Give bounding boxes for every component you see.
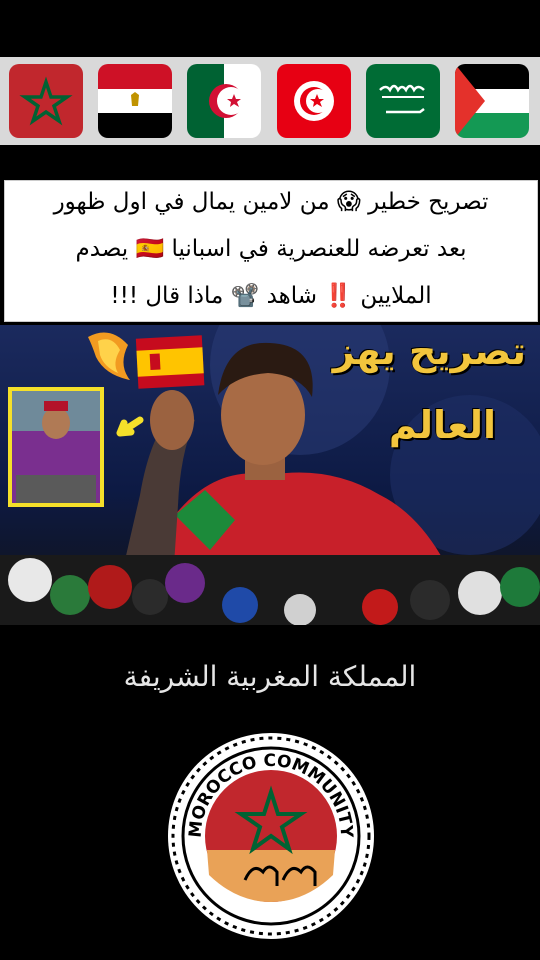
headline-line-1: تصريح خطير 😱 من لامين يمال في اول ظهور [53, 189, 489, 215]
kingdom-title: المملكة المغربية الشريفة [123, 660, 417, 693]
headline-box: تصريح خطير 😱 من لامين يمال في اول ظهور ب… [4, 180, 538, 322]
headline-line-2: بعد تعرضه للعنصرية في اسبانيا 🇪🇸 يصدم [75, 236, 467, 262]
saudi-arabia-flag-icon [366, 64, 440, 138]
flag-strip [0, 57, 540, 145]
tunisia-flag-icon [277, 64, 351, 138]
egypt-flag-icon [98, 64, 172, 138]
algeria-flag-icon [187, 64, 261, 138]
thumbnail-overlay-line-1: تصريح يهز [332, 329, 526, 373]
palestine-flag-icon [455, 64, 529, 138]
video-thumbnail[interactable]: تصريح يهز العالم [0, 325, 540, 625]
headline-line-3: الملايين ‼️ شاهد 📽️ ماذا قال !!! [110, 283, 432, 309]
morocco-community-logo: MOROCCO COMMUNITY [165, 730, 377, 942]
thumbnail-overlay-line-2: العالم [388, 403, 496, 447]
morocco-flag-icon [9, 64, 83, 138]
